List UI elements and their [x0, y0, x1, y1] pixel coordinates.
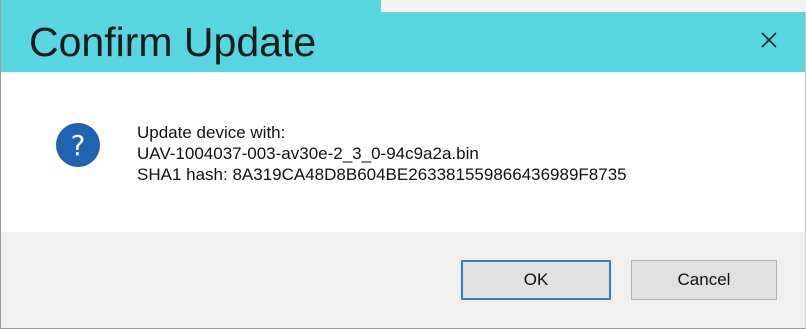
- dialog-content: ? Update device with: UAV-1004037-003-av…: [1, 72, 805, 232]
- ok-button[interactable]: OK: [461, 260, 611, 300]
- question-icon: ?: [56, 123, 100, 167]
- svg-text:?: ?: [71, 129, 86, 162]
- message-line: UAV-1004037-003-av30e-2_3_0-94c9a2a.bin: [137, 144, 479, 163]
- message-line: Update device with:: [137, 123, 286, 142]
- message-line: SHA1 hash: 8A319CA48D8B604BE263381559866…: [137, 165, 627, 184]
- title-bar[interactable]: Confirm Update: [1, 12, 805, 72]
- window-top-edge: [1, 0, 806, 12]
- confirm-update-dialog: Confirm Update ? Update device with: UAV…: [0, 0, 806, 329]
- window-top-accent: [1, 0, 381, 12]
- dialog-message: Update device with: UAV-1004037-003-av30…: [137, 122, 627, 185]
- close-button[interactable]: [747, 18, 791, 62]
- dialog-footer: OK Cancel: [1, 232, 805, 328]
- close-icon: [761, 32, 777, 48]
- dialog-title: Confirm Update: [29, 19, 317, 65]
- cancel-button[interactable]: Cancel: [631, 260, 777, 300]
